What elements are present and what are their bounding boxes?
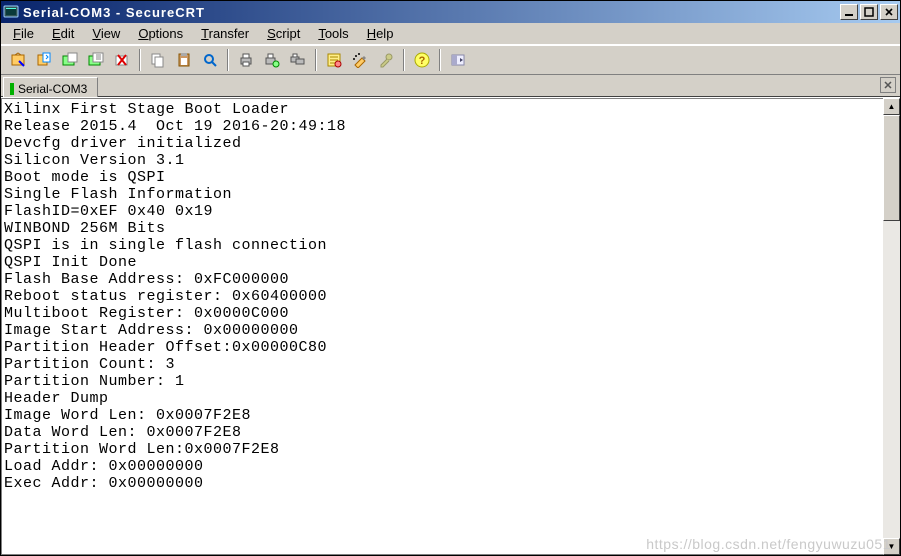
tabbar: Serial-COM3 ✕ <box>1 75 900 97</box>
terminal-output[interactable]: Xilinx First Stage Boot Loader Release 2… <box>1 98 883 555</box>
help-icon[interactable]: ? <box>410 48 434 72</box>
copy-icon[interactable] <box>146 48 170 72</box>
tab-active-indicator <box>10 83 14 95</box>
menu-file[interactable]: File <box>5 24 42 43</box>
quick-connect-icon[interactable] <box>6 48 30 72</box>
disconnect-all-icon[interactable] <box>84 48 108 72</box>
menu-tools[interactable]: Tools <box>310 24 356 43</box>
menu-script[interactable]: Script <box>259 24 308 43</box>
print-setup-icon[interactable] <box>260 48 284 72</box>
toolbar: ? <box>1 45 900 75</box>
options-icon[interactable] <box>322 48 346 72</box>
delete-icon[interactable] <box>110 48 134 72</box>
toolbar-separator <box>439 49 441 71</box>
toggle-icon[interactable] <box>446 48 470 72</box>
scroll-up-button[interactable]: ▲ <box>883 98 900 115</box>
tab-serial-com3[interactable]: Serial-COM3 <box>3 77 98 97</box>
minimize-button[interactable] <box>840 4 858 20</box>
svg-text:?: ? <box>419 55 426 67</box>
menu-help[interactable]: Help <box>359 24 402 43</box>
toolbar-separator <box>227 49 229 71</box>
paste-icon[interactable] <box>172 48 196 72</box>
key-icon[interactable] <box>374 48 398 72</box>
session-options-icon[interactable] <box>348 48 372 72</box>
app-icon <box>3 4 19 20</box>
menu-options[interactable]: Options <box>130 24 191 43</box>
toolbar-separator <box>315 49 317 71</box>
tab-close-button[interactable]: ✕ <box>880 77 896 93</box>
scroll-track[interactable] <box>883 115 900 538</box>
close-button[interactable] <box>880 4 898 20</box>
vertical-scrollbar[interactable]: ▲ ▼ <box>883 98 900 555</box>
print-all-icon[interactable] <box>286 48 310 72</box>
menu-transfer[interactable]: Transfer <box>193 24 257 43</box>
toolbar-separator <box>139 49 141 71</box>
scroll-thumb[interactable] <box>883 115 900 221</box>
menubar: FileEditViewOptionsTransferScriptToolsHe… <box>1 23 900 45</box>
window-title: Serial-COM3 - SecureCRT <box>23 5 840 20</box>
disconnect-icon[interactable] <box>58 48 82 72</box>
terminal-area: Xilinx First Stage Boot Loader Release 2… <box>1 97 900 555</box>
window-buttons <box>840 4 898 20</box>
tab-label: Serial-COM3 <box>18 82 87 96</box>
menu-view[interactable]: View <box>84 24 128 43</box>
menu-edit[interactable]: Edit <box>44 24 82 43</box>
find-icon[interactable] <box>198 48 222 72</box>
maximize-button[interactable] <box>860 4 878 20</box>
toolbar-separator <box>403 49 405 71</box>
reconnect-icon[interactable] <box>32 48 56 72</box>
print-icon[interactable] <box>234 48 258 72</box>
titlebar: Serial-COM3 - SecureCRT <box>1 1 900 23</box>
scroll-down-button[interactable]: ▼ <box>883 538 900 555</box>
